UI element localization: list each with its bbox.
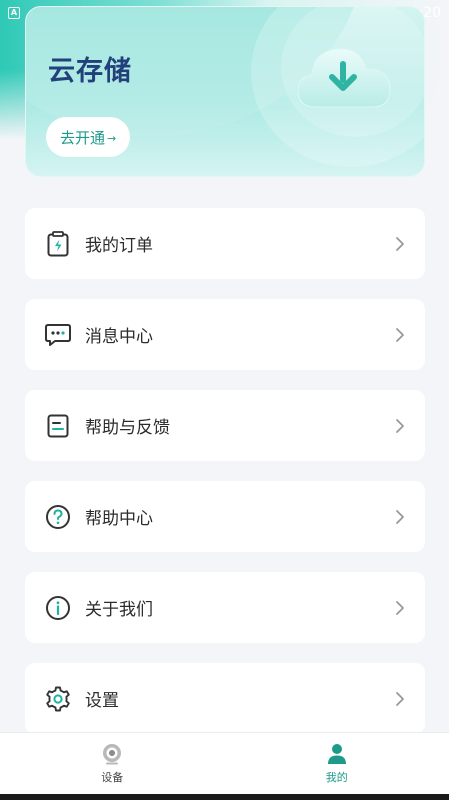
activate-button[interactable]: 去开通 → [46,117,131,157]
cloud-storage-card[interactable]: 云存储 去开通 → [25,6,425,177]
menu-item-label: 我的订单 [85,236,153,256]
menu-item-label: 帮助与反馈 [85,418,170,438]
settings-gear-icon [45,686,71,712]
cloud-download-icon [297,48,391,108]
tab-mine-label: 我的 [325,770,348,784]
menu-item-label: 消息中心 [85,327,153,347]
chevron-right-icon [395,236,409,251]
tab-devices-label: 设备 [101,770,124,784]
menu-item-feedback[interactable]: 帮助与反馈 [25,390,425,461]
menu-item-settings[interactable]: 设置 [25,663,425,734]
info-icon [45,595,71,621]
menu-item-help-center[interactable]: 帮助中心 [25,481,425,552]
menu-item-orders[interactable]: 我的订单 [25,208,425,279]
user-profile-icon [327,743,346,764]
activate-button-label: 去开通 [60,128,106,147]
chevron-right-icon [395,691,409,706]
chevron-right-icon [395,600,409,615]
message-icon [45,322,71,348]
menu-item-label: 帮助中心 [85,509,153,529]
arrow-right-icon: → [107,132,117,145]
system-navigation-bar [0,794,449,800]
menu-item-label: 关于我们 [85,600,153,620]
help-icon [45,504,71,530]
tab-mine[interactable]: 我的 [225,733,449,794]
tab-devices[interactable]: 设备 [0,733,225,794]
notification-app-icon: A [8,7,20,19]
card-title: 云存储 [48,56,132,87]
chevron-right-icon [395,327,409,342]
feedback-icon [45,413,71,439]
chevron-right-icon [395,418,409,433]
bottom-navigation: 设备 我的 [0,732,449,794]
menu-item-messages[interactable]: 消息中心 [25,299,425,370]
camera-device-icon [103,743,122,764]
menu-item-about-us[interactable]: 关于我们 [25,572,425,643]
menu-item-label: 设置 [85,691,119,711]
chevron-right-icon [395,509,409,524]
order-clipboard-icon [45,230,71,257]
